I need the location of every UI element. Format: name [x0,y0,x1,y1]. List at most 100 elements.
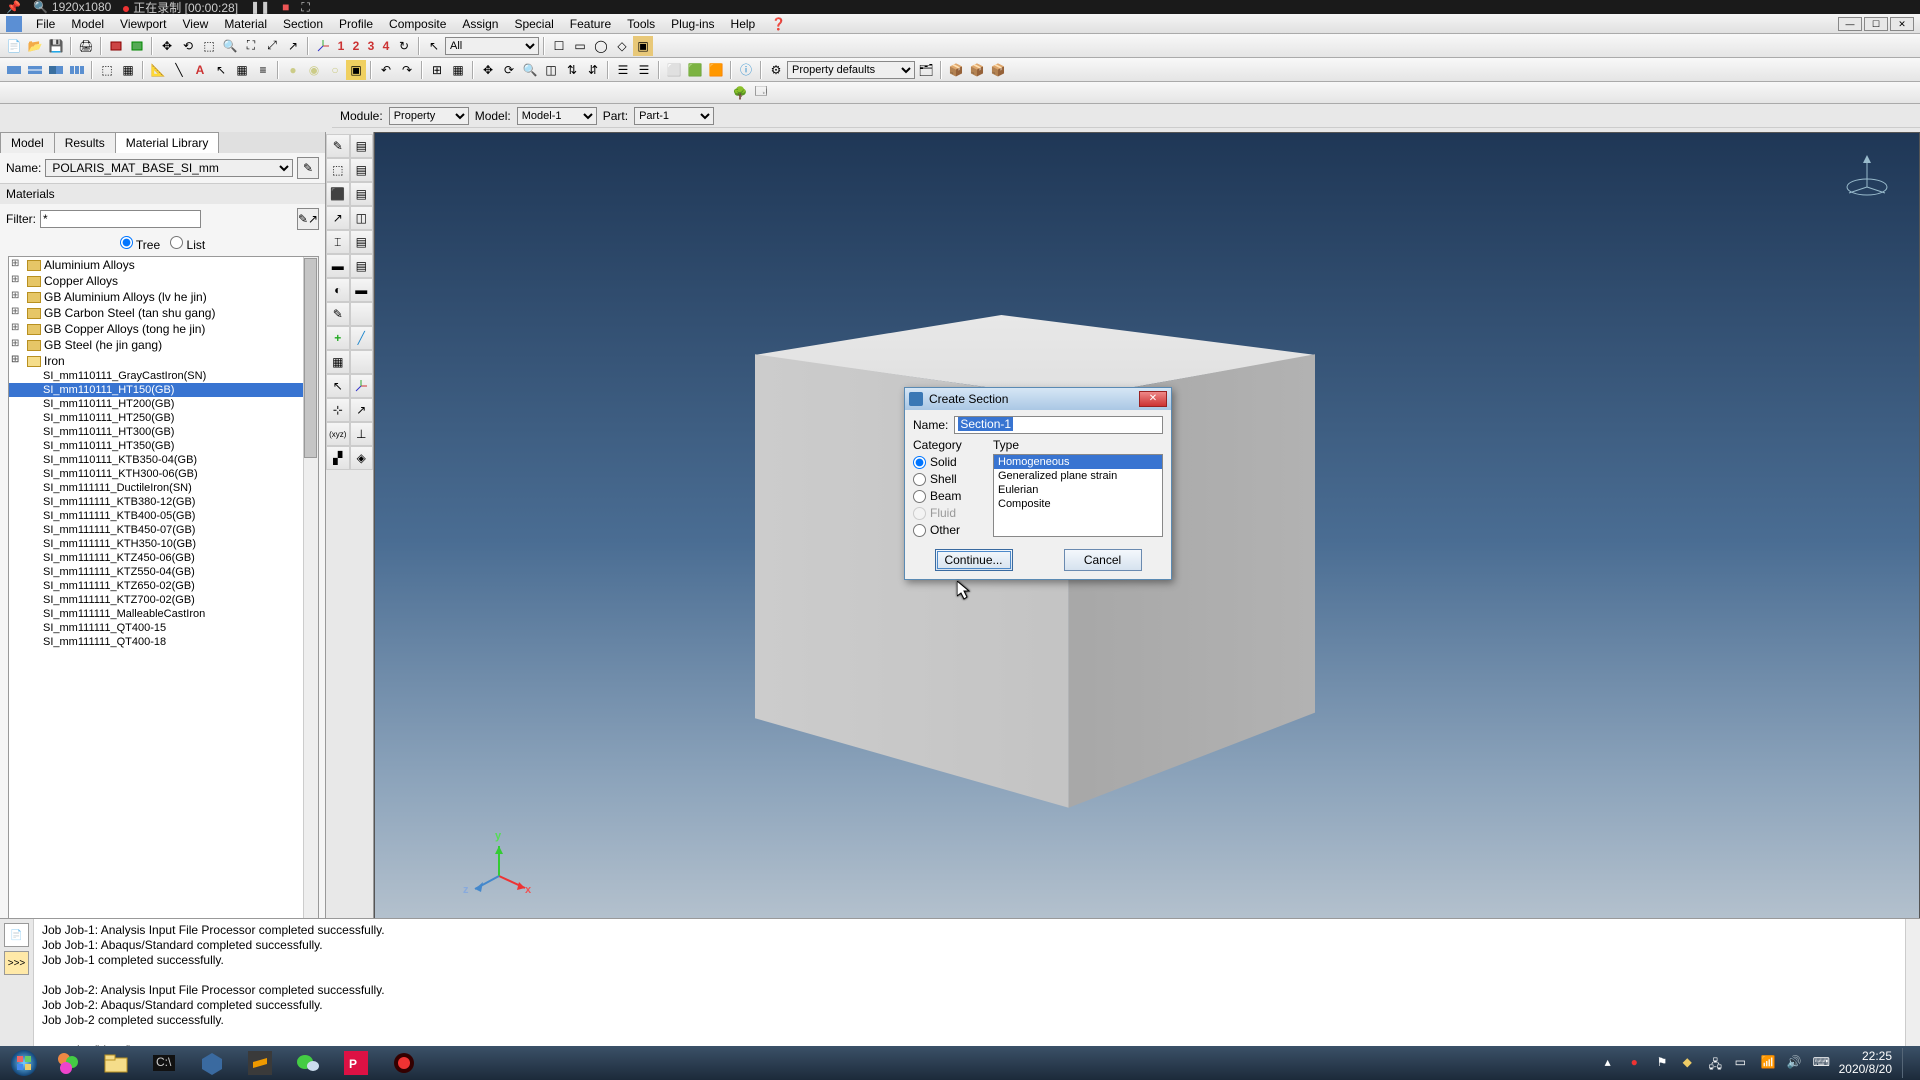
console-output[interactable]: Job Job-1: Analysis Input File Processor… [34,919,1920,1046]
select-icon[interactable]: ↖ [424,36,444,56]
window-icon[interactable]: 🗔 [751,83,771,103]
tree-scrollbar[interactable] [303,257,318,921]
print-icon[interactable]: 🖨 [76,36,96,56]
undo-view-icon[interactable]: ↶ [376,60,396,80]
special-icon[interactable] [350,302,374,326]
beam-orient-icon[interactable]: ◫ [350,206,374,230]
tree-material-item[interactable]: SI_mm111111_KTH350-10(GB) [9,537,318,551]
rebar-icon[interactable]: ✎ [326,302,350,326]
list-radio[interactable]: List [170,238,205,252]
view-icon-2[interactable] [127,36,147,56]
shaded-icon[interactable] [46,60,66,80]
console-scrollbar[interactable] [1905,919,1920,1046]
new-icon[interactable]: 📄 [4,36,24,56]
tray-wifi-icon[interactable]: 📶 [1761,1055,1777,1071]
assign-section-icon[interactable]: ⬛ [326,182,350,206]
vsync-icon[interactable]: ⇵ [583,60,603,80]
tree-icon[interactable]: 🌳 [730,83,750,103]
create-section-icon[interactable]: ⬚ [326,158,350,182]
type-item[interactable]: Homogeneous [994,455,1162,469]
tree-material-item[interactable]: SI_mm111111_KTZ550-04(GB) [9,565,318,579]
cancel-button[interactable]: Cancel [1064,549,1142,571]
view-2-button[interactable]: 2 [349,36,363,56]
library-name-select[interactable]: POLARIS_MAT_BASE_SI_mm [45,159,293,177]
task-cmd[interactable]: C:\ [141,1048,187,1078]
menu-file[interactable]: File [28,15,63,33]
tree-material-item[interactable]: SI_mm111111_KTZ700-02(GB) [9,593,318,607]
material-manager-icon[interactable]: ▤ [350,134,374,158]
task-explorer[interactable] [93,1048,139,1078]
orientation-icon[interactable]: ↗ [326,206,350,230]
box-icon[interactable]: ◫ [541,60,561,80]
view-4-button[interactable]: 4 [379,36,393,56]
sphere3-icon[interactable]: ○ [325,60,345,80]
tree-material-item[interactable]: SI_mm111111_KTB380-12(GB) [9,495,318,509]
model-select[interactable]: Model-1 [517,107,597,125]
circ-select-icon[interactable]: ◯ [591,36,611,56]
category-solid[interactable]: Solid [913,455,985,469]
ref-point-icon[interactable]: ⊹ [326,398,350,422]
box3d-2-icon[interactable]: 📦 [967,60,987,80]
view-compass-icon[interactable] [1843,151,1891,199]
type-item[interactable]: Composite [994,497,1162,511]
start-button[interactable] [4,1048,44,1078]
menu-section[interactable]: Section [275,15,331,33]
type-item[interactable]: Eulerian [994,483,1162,497]
tray-net-icon[interactable]: 🖧 [1709,1055,1725,1071]
tree-material-item[interactable]: SI_mm110111_KTH300-06(GB) [9,467,318,481]
profile-mgr-icon[interactable]: ▤ [350,230,374,254]
menu-feature[interactable]: Feature [562,15,619,33]
stringer-icon[interactable]: ▬ [350,278,374,302]
sphere2-icon[interactable]: ◉ [304,60,324,80]
edge-icon[interactable]: ▞ [326,446,350,470]
create-material-icon[interactable]: ✎ [326,134,350,158]
rec-settings-icon[interactable]: ⛶ [301,0,309,15]
menu-tools[interactable]: Tools [619,15,663,33]
tray-volume-icon[interactable]: 🔊 [1787,1055,1803,1071]
sync-icon[interactable]: ⇅ [562,60,582,80]
tray-up-icon[interactable]: ▴ [1605,1055,1621,1071]
box-select-icon[interactable]: ▣ [633,36,653,56]
tree-material-item[interactable]: SI_mm110111_HT200(GB) [9,397,318,411]
measure-icon[interactable]: 📐 [148,60,168,80]
gear-icon[interactable]: ⚙ [766,60,786,80]
task-abaqus[interactable] [189,1048,235,1078]
maximize-button[interactable]: ☐ [1864,17,1888,31]
menu-model[interactable]: Model [63,15,112,33]
move-icon[interactable]: ✥ [478,60,498,80]
rot-icon[interactable]: ⟳ [499,60,519,80]
hidden-icon[interactable] [25,60,45,80]
menu-viewport[interactable]: Viewport [112,15,174,33]
tree-material-item[interactable]: SI_mm110111_KTB350-04(GB) [9,453,318,467]
filter-apply-button[interactable]: ✎↗ [297,208,319,230]
rows2-icon[interactable]: ☰ [634,60,654,80]
category-shell[interactable]: Shell [913,472,985,486]
tree-material-item[interactable]: SI_mm111111_KTZ650-02(GB) [9,579,318,593]
ortho-icon[interactable]: ▦ [118,60,138,80]
skin-icon[interactable]: ◐ [326,278,350,302]
tree-material-item[interactable]: SI_mm111111_KTZ450-06(GB) [9,551,318,565]
section-name-input[interactable]: Section-1 [954,416,1163,434]
poly-select-icon[interactable]: ◇ [612,36,632,56]
rect-select-icon[interactable]: ▭ [570,36,590,56]
composite-mgr-icon[interactable]: ▤ [350,254,374,278]
part-select[interactable]: Part-1 [634,107,714,125]
fit-icon[interactable]: ⛶ [241,36,261,56]
face-icon[interactable]: ◈ [350,446,374,470]
persp-icon[interactable]: ⬚ [97,60,117,80]
view-icon[interactable] [106,36,126,56]
wire-icon[interactable] [4,60,24,80]
material-tree[interactable]: Aluminium Alloys Copper Alloys GB Alumin… [8,256,319,922]
cs-icon[interactable]: ↗ [350,398,374,422]
table-icon[interactable]: ▦ [232,60,252,80]
grid-icon[interactable]: ▦ [448,60,468,80]
open-icon[interactable]: 📂 [25,36,45,56]
tray-app-icon[interactable]: ◆ [1683,1055,1699,1071]
whats-this-icon[interactable]: ❓ [763,15,794,33]
dialog-close-button[interactable]: ✕ [1139,391,1167,407]
box3d-3-icon[interactable]: 📦 [988,60,1008,80]
arrow-icon[interactable]: ↖ [211,60,231,80]
type-item[interactable]: Generalized plane strain [994,469,1162,483]
info-icon[interactable]: ⓘ [736,60,756,80]
view-3-button[interactable]: 3 [364,36,378,56]
